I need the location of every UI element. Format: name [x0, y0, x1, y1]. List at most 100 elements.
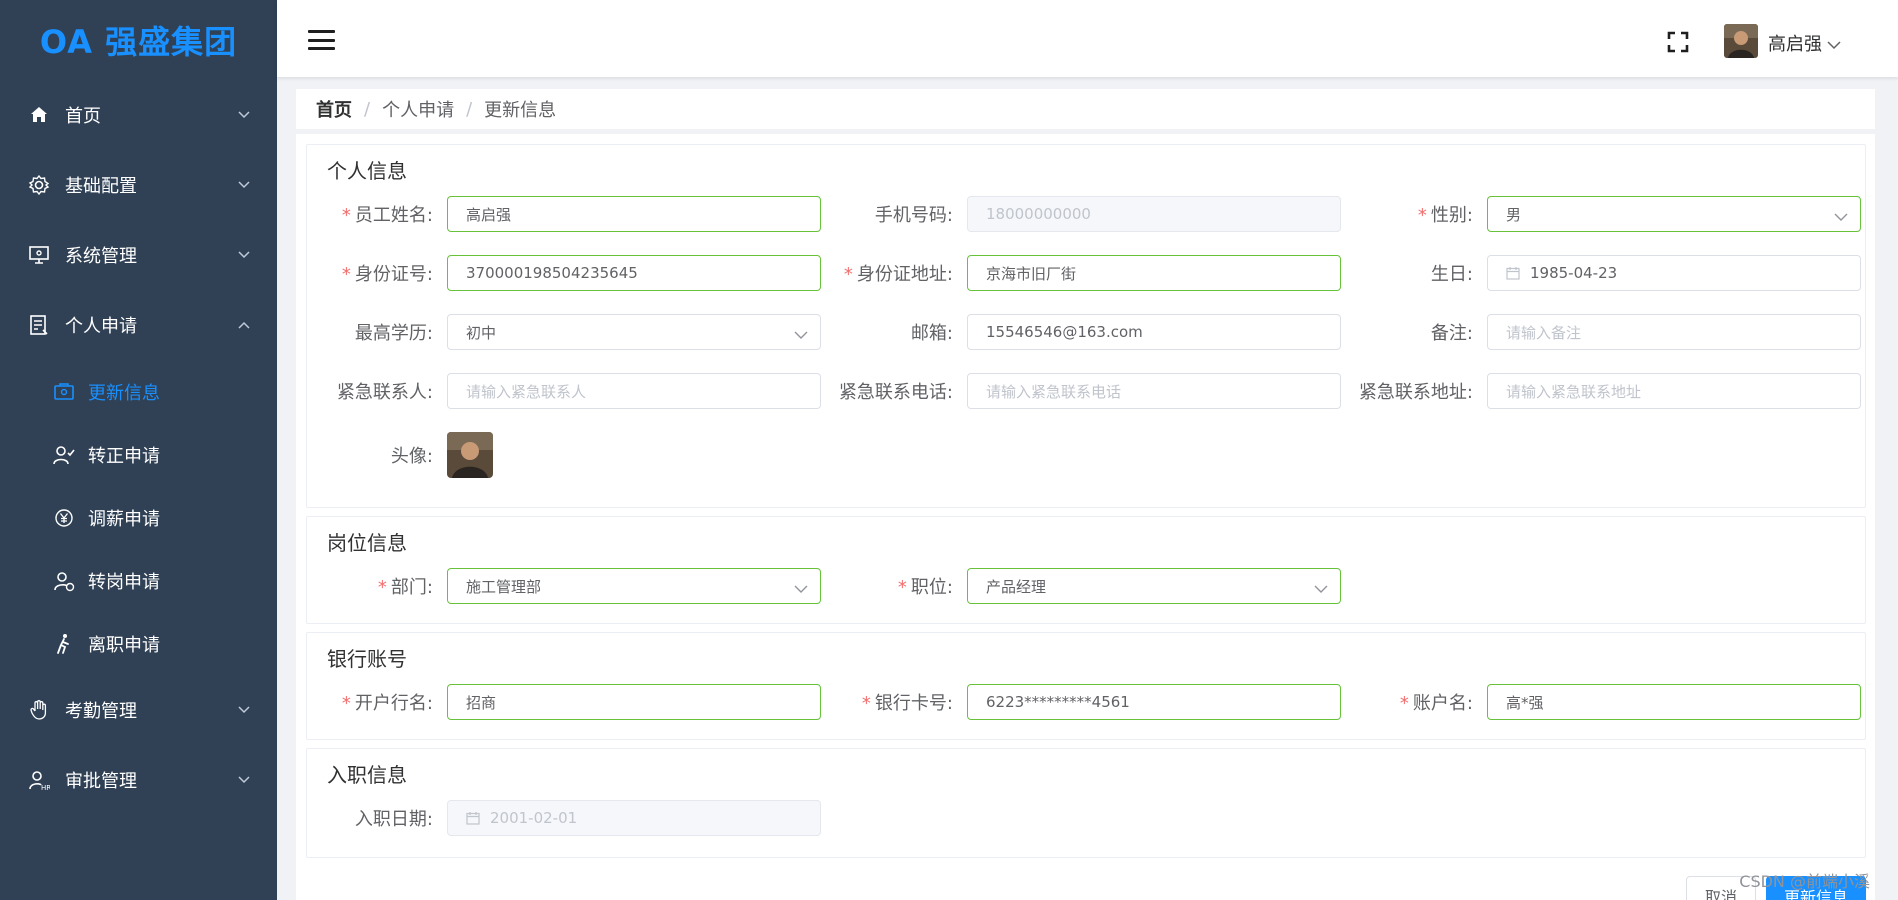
field-entry-date: 入职日期: 2001-02-01	[307, 800, 821, 836]
gear-icon	[27, 173, 51, 197]
sidebar-item-label: 系统管理	[65, 246, 137, 267]
breadcrumb-item-home[interactable]: 首页	[316, 96, 352, 122]
main-content: 个人信息 * 员工姓名: 高启强 手机号码: 18000000000 * 性别: 男…	[296, 134, 1875, 900]
sidebar: OA 强盛集团 首页 基础配置 系统管理 个人申请 更新信息 转正申请 调薪申请…	[0, 0, 277, 900]
field-label: 手机号码:	[874, 205, 953, 226]
document-icon	[27, 313, 51, 337]
emergency-contact-input[interactable]: 请输入紧急联系人	[447, 373, 821, 409]
sidebar-subitem-update-info[interactable]: 更新信息	[0, 360, 277, 423]
sidebar-subitem-resignation[interactable]: 离职申请	[0, 612, 277, 675]
avatar-upload[interactable]	[447, 432, 493, 478]
field-bank-name: * 开户行名: 招商	[307, 684, 821, 720]
field-label: 入职日期:	[354, 809, 433, 830]
field-label: * 性别:	[1417, 205, 1473, 226]
field-birthday: 生日: 1985-04-23	[1347, 255, 1861, 291]
emergency-phone-input[interactable]: 请输入紧急联系电话	[967, 373, 1341, 409]
home-icon	[27, 103, 51, 127]
bank-name-input[interactable]: 招商	[447, 684, 821, 720]
id-address-input[interactable]: 京海市旧厂街	[967, 255, 1341, 291]
id-number-input[interactable]: 370000198504235645	[447, 255, 821, 291]
field-email: 邮箱: 15546546@163.com	[827, 314, 1341, 350]
chevron-down-icon	[794, 580, 808, 594]
app-root: OA 强盛集团 首页 基础配置 系统管理 个人申请 更新信息 转正申请 调薪申请…	[0, 0, 1898, 900]
breadcrumb-separator: /	[364, 98, 371, 120]
field-label: * 身份证号:	[341, 264, 433, 285]
field-employee-name: * 员工姓名: 高启强	[307, 196, 821, 232]
sidebar-item-attendance[interactable]: 考勤管理	[0, 675, 277, 745]
birthday-date-picker[interactable]: 1985-04-23	[1487, 255, 1861, 291]
chevron-down-icon	[237, 773, 251, 787]
entry-date-picker: 2001-02-01	[447, 800, 821, 836]
education-select[interactable]: 初中	[447, 314, 821, 350]
field-label: 备注:	[1430, 323, 1473, 344]
field-label: * 银行卡号:	[861, 693, 953, 714]
breadcrumb-item-update-info: 更新信息	[484, 100, 557, 121]
sidebar-item-basic-config[interactable]: 基础配置	[0, 150, 277, 220]
sidebar-item-system[interactable]: 系统管理	[0, 220, 277, 290]
field-label: 紧急联系电话:	[838, 382, 953, 403]
watermark: CSDN @前端小溪	[1739, 872, 1870, 891]
avatar[interactable]	[1724, 24, 1758, 58]
field-account-name: * 账户名: 高*强	[1347, 684, 1861, 720]
sidebar-item-label: 基础配置	[65, 176, 137, 197]
chevron-down-icon[interactable]	[1827, 35, 1841, 50]
emergency-address-input[interactable]: 请输入紧急联系地址	[1487, 373, 1861, 409]
field-emergency-phone: 紧急联系电话: 请输入紧急联系电话	[827, 373, 1341, 409]
svg-text:HR: HR	[41, 784, 50, 791]
calendar-icon	[1506, 266, 1520, 280]
section-title: 银行账号	[327, 647, 407, 671]
field-label: 紧急联系人:	[336, 382, 433, 403]
field-avatar: 头像:	[307, 432, 493, 478]
sidebar-subitem-regularization[interactable]: 转正申请	[0, 423, 277, 486]
employee-name-input[interactable]: 高启强	[447, 196, 821, 232]
sidebar-subitem-salary[interactable]: 调薪申请	[0, 486, 277, 549]
department-select[interactable]: 施工管理部	[447, 568, 821, 604]
card-number-input[interactable]: 6223*********4561	[967, 684, 1341, 720]
email-input[interactable]: 15546546@163.com	[967, 314, 1341, 350]
sidebar-subitem-label: 更新信息	[88, 382, 160, 404]
field-label: 邮箱:	[910, 323, 953, 344]
chevron-down-icon	[237, 108, 251, 122]
chevron-down-icon	[1834, 208, 1848, 222]
gender-select[interactable]: 男	[1487, 196, 1861, 232]
section-title: 岗位信息	[327, 531, 407, 555]
phone-input: 18000000000	[967, 196, 1341, 232]
field-label: * 职位:	[897, 577, 953, 598]
remark-input[interactable]: 请输入备注	[1487, 314, 1861, 350]
field-emergency-contact: 紧急联系人: 请输入紧急联系人	[307, 373, 821, 409]
section-entry-info: 入职信息 入职日期: 2001-02-01	[306, 748, 1866, 858]
field-remark: 备注: 请输入备注	[1347, 314, 1861, 350]
field-label: * 部门:	[377, 577, 433, 598]
id-card-icon	[52, 380, 76, 404]
sidebar-subitem-label: 离职申请	[88, 634, 160, 656]
sidebar-item-approval[interactable]: HR 审批管理	[0, 745, 277, 815]
field-card-number: * 银行卡号: 6223*********4561	[827, 684, 1341, 720]
chevron-down-icon	[1314, 580, 1328, 594]
field-label: * 身份证地址:	[843, 264, 953, 285]
hamburger-menu-icon[interactable]	[308, 30, 335, 50]
brand-logo[interactable]: OA 强盛集团	[0, 0, 277, 80]
yen-icon	[52, 506, 76, 530]
top-navbar: 高启强	[277, 0, 1898, 77]
monitor-icon	[27, 243, 51, 267]
section-title: 个人信息	[327, 159, 407, 183]
chevron-down-icon	[237, 178, 251, 192]
field-job: * 职位: 产品经理	[827, 568, 1341, 604]
sidebar-item-label: 个人申请	[65, 316, 137, 337]
breadcrumb-separator: /	[466, 98, 473, 120]
breadcrumb-item-personal-apply: 个人申请	[382, 100, 455, 121]
fullscreen-icon[interactable]	[1667, 31, 1689, 53]
sidebar-subitem-label: 转岗申请	[88, 571, 160, 593]
sidebar-item-home[interactable]: 首页	[0, 80, 277, 150]
field-label: * 账户名:	[1399, 693, 1473, 714]
job-select[interactable]: 产品经理	[967, 568, 1341, 604]
user-name[interactable]: 高启强	[1768, 30, 1822, 56]
account-name-input[interactable]: 高*强	[1487, 684, 1861, 720]
field-gender: * 性别: 男	[1347, 196, 1861, 232]
user-check-icon	[52, 443, 76, 467]
field-label: 生日:	[1430, 264, 1473, 285]
sidebar-item-personal-apply[interactable]: 个人申请	[0, 290, 277, 360]
sidebar-subitem-transfer[interactable]: 转岗申请	[0, 549, 277, 612]
walking-icon	[52, 632, 76, 656]
user-swap-icon	[52, 569, 76, 593]
